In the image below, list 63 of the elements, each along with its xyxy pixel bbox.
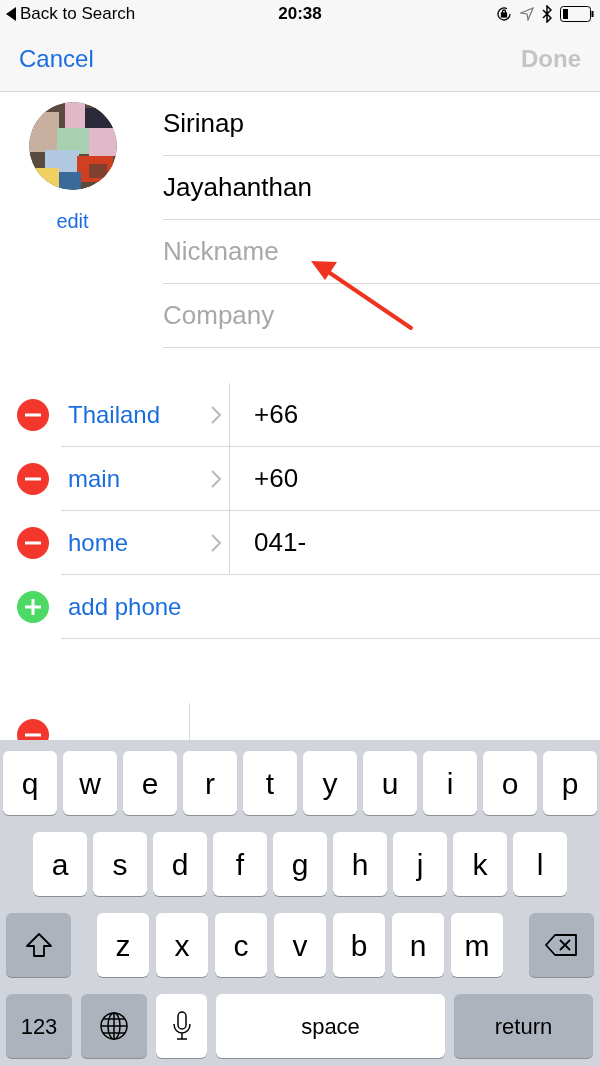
letter-key[interactable]: n (392, 913, 444, 977)
numbers-key[interactable]: 123 (6, 994, 72, 1058)
letter-key[interactable]: q (3, 751, 57, 815)
letter-key[interactable]: g (273, 832, 327, 896)
return-key[interactable]: return (454, 994, 593, 1058)
letter-key[interactable]: r (183, 751, 237, 815)
letter-key[interactable]: h (333, 832, 387, 896)
phone-field[interactable]: +60 (230, 447, 600, 510)
letter-key[interactable]: x (156, 913, 208, 977)
letter-key[interactable]: f (213, 832, 267, 896)
delete-key[interactable] (529, 913, 594, 977)
backspace-icon (544, 933, 579, 957)
phone-field[interactable]: 041- (230, 511, 600, 574)
back-triangle-icon (6, 6, 16, 21)
shift-icon (24, 932, 53, 958)
phone-field[interactable]: +66 (230, 383, 600, 446)
letter-key[interactable]: j (393, 832, 447, 896)
letter-key[interactable]: z (97, 913, 149, 977)
letter-key[interactable]: o (483, 751, 537, 815)
bluetooth-icon (542, 4, 552, 23)
letter-key[interactable]: a (33, 832, 87, 896)
globe-key[interactable] (81, 994, 147, 1058)
placeholder-field[interactable]: Company (163, 296, 600, 335)
battery-icon (560, 5, 594, 22)
letter-key[interactable]: l (513, 832, 567, 896)
chevron-icon (211, 533, 221, 552)
letter-key[interactable]: p (543, 751, 597, 815)
remove-icon[interactable] (17, 527, 49, 559)
letter-key[interactable]: v (274, 913, 326, 977)
letter-key[interactable]: d (153, 832, 207, 896)
name-field[interactable]: Jayahanthan (163, 168, 600, 207)
letter-key[interactable]: w (63, 751, 117, 815)
letter-key[interactable]: m (451, 913, 503, 977)
add-phone-button[interactable]: add phone (68, 588, 182, 625)
cancel-button[interactable]: Cancel (19, 41, 94, 77)
letter-key[interactable]: t (243, 751, 297, 815)
back-to-search-link[interactable]: Back to Search (20, 0, 136, 27)
microphone-key[interactable] (156, 994, 207, 1058)
chevron-icon (211, 469, 221, 488)
phone-label-selector[interactable]: Thailand (61, 383, 230, 446)
microphone-icon (172, 1011, 191, 1041)
phone-label-selector[interactable]: main (61, 447, 230, 510)
rotation-lock-icon (496, 5, 512, 22)
name-field[interactable]: Sirinap (163, 104, 600, 143)
chevron-icon (211, 405, 221, 424)
letter-key[interactable]: c (215, 913, 267, 977)
phone-label-selector[interactable]: home (61, 511, 230, 574)
space-key[interactable]: space (216, 994, 445, 1058)
letter-key[interactable]: s (93, 832, 147, 896)
letter-key[interactable]: b (333, 913, 385, 977)
letter-key[interactable]: k (453, 832, 507, 896)
letter-key[interactable]: i (423, 751, 477, 815)
shift-key[interactable] (6, 913, 71, 977)
remove-icon[interactable] (17, 463, 49, 495)
edit-photo-link[interactable]: edit (56, 206, 89, 236)
letter-key[interactable]: u (363, 751, 417, 815)
location-icon (520, 6, 534, 21)
remove-icon[interactable] (17, 399, 49, 431)
letter-key[interactable]: y (303, 751, 357, 815)
globe-icon (99, 1011, 129, 1041)
placeholder-field[interactable]: Nickname (163, 232, 600, 271)
letter-key[interactable]: e (123, 751, 177, 815)
clock: 20:38 (278, 2, 322, 25)
